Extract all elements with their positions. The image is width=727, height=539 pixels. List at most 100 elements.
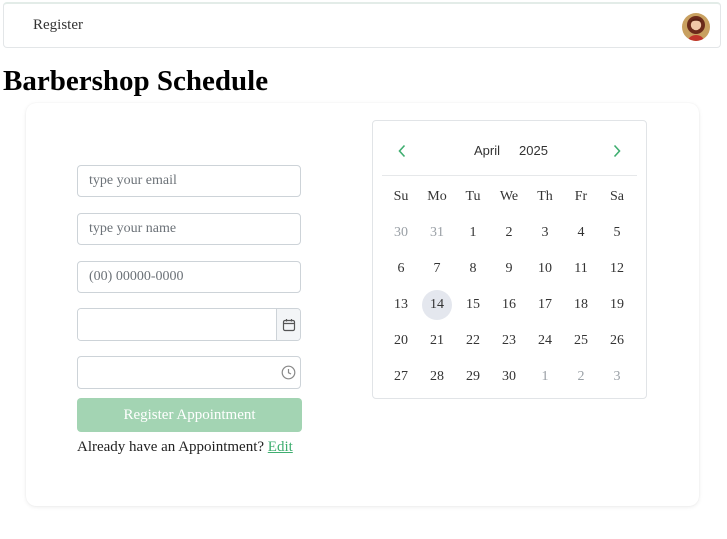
calendar-day-cell: 26 [599,326,635,356]
calendar-day[interactable]: 4 [563,218,599,248]
weekday-label: Th [537,189,553,204]
chevron-right-icon [613,144,621,158]
calendar-day-cell: 12 [599,254,635,284]
previous-month-button[interactable] [391,140,413,162]
calendar-year[interactable]: 2025 [519,143,548,158]
calendar-day[interactable]: 19 [599,290,635,320]
calendar-day-cell: 30 [491,362,527,392]
avatar-image [682,13,710,41]
next-month-button[interactable] [606,140,628,162]
calendar-day[interactable]: 26 [599,326,635,356]
calendar-day[interactable]: 30 [383,218,419,248]
calendar-day[interactable]: 17 [527,290,563,320]
calendar-day[interactable]: 5 [599,218,635,248]
calendar-day[interactable]: 3 [527,218,563,248]
top-navbar: Register [3,2,721,48]
calendar-day[interactable]: 8 [455,254,491,284]
calendar-widget: April 2025 Su Mo Tu We Th Fr Sa 30 31 1 2 3 4 5 6 7 8 9 1… [372,120,647,399]
email-field[interactable] [77,165,301,197]
calendar-day-cell: 3 [527,218,563,248]
calendar-day[interactable]: 31 [419,218,455,248]
calendar-day-cell: 14 [419,290,455,320]
calendar-day-selected[interactable]: 14 [422,290,452,320]
calendar-week-row: 27 28 29 30 1 2 3 [383,359,635,395]
weekday-label: Fr [574,189,588,204]
clock-icon-button[interactable] [276,365,300,380]
calendar-day[interactable]: 23 [491,326,527,356]
calendar-day-cell: 1 [527,362,563,392]
calendar-toggle-button[interactable] [276,309,300,340]
weekday-label: Su [393,189,409,204]
calendar-day[interactable]: 20 [383,326,419,356]
calendar-day-cell: 6 [383,254,419,284]
weekday-label: We [499,189,519,204]
calendar-month[interactable]: April [474,143,500,158]
calendar-day[interactable]: 2 [563,362,599,392]
calendar-day-cell: 23 [491,326,527,356]
calendar-day[interactable]: 9 [491,254,527,284]
calendar-day-cell: 2 [563,362,599,392]
calendar-day[interactable]: 21 [419,326,455,356]
calendar-day-cell: 10 [527,254,563,284]
calendar-day[interactable]: 24 [527,326,563,356]
calendar-day[interactable]: 30 [491,362,527,392]
calendar-day[interactable]: 15 [455,290,491,320]
weekday-label: Mo [427,189,447,204]
calendar-day-cell: 30 [383,218,419,248]
calendar-day[interactable]: 6 [383,254,419,284]
calendar-day[interactable]: 16 [491,290,527,320]
calendar-day-cell: 9 [491,254,527,284]
calendar-day-cell: 20 [383,326,419,356]
calendar-divider [382,175,637,176]
calendar-day-cell: 29 [455,362,491,392]
register-nav-link[interactable]: Register [33,17,83,34]
calendar-week-row: 6 7 8 9 10 11 12 [383,251,635,287]
calendar-day[interactable]: 7 [419,254,455,284]
calendar-day-cell: 16 [491,290,527,320]
clock-icon [281,365,295,380]
calendar-day-cell: 18 [563,290,599,320]
edit-link[interactable]: Edit [268,439,293,455]
calendar-week-row: 20 21 22 23 24 25 26 [383,323,635,359]
calendar-day[interactable]: 25 [563,326,599,356]
calendar-day[interactable]: 1 [527,362,563,392]
calendar-day-cell: 11 [563,254,599,284]
calendar-day-cell: 8 [455,254,491,284]
calendar-day[interactable]: 13 [383,290,419,320]
time-input[interactable] [78,364,276,381]
user-avatar[interactable] [682,13,710,41]
calendar-day-cell: 17 [527,290,563,320]
calendar-day[interactable]: 27 [383,362,419,392]
calendar-day[interactable]: 12 [599,254,635,284]
date-input[interactable] [78,309,276,340]
calendar-day[interactable]: 10 [527,254,563,284]
calendar-day[interactable]: 18 [563,290,599,320]
calendar-day-cell: 15 [455,290,491,320]
calendar-day-cell: 19 [599,290,635,320]
already-text: Already have an Appointment? [77,439,265,455]
calendar-day-cell: 1 [455,218,491,248]
phone-field[interactable] [77,261,301,293]
page-title: Barbershop Schedule [3,65,269,97]
chevron-left-icon [398,144,406,158]
calendar-day-cell: 7 [419,254,455,284]
calendar-day[interactable]: 11 [563,254,599,284]
calendar-day[interactable]: 3 [599,362,635,392]
calendar-day[interactable]: 2 [491,218,527,248]
calendar-day-cell: 2 [491,218,527,248]
calendar-day[interactable]: 28 [419,362,455,392]
calendar-day[interactable]: 1 [455,218,491,248]
weekday-label: Tu [465,189,481,204]
calendar-day-cell: 22 [455,326,491,356]
calendar-day[interactable]: 29 [455,362,491,392]
calendar-day-cell: 28 [419,362,455,392]
time-picker-field [77,356,301,389]
name-field[interactable] [77,213,301,245]
edit-appointment-prompt: Already have an Appointment? Edit [77,439,293,456]
calendar-day-cell: 25 [563,326,599,356]
weekday-row: Su Mo Tu We Th Fr Sa [383,179,635,215]
calendar-grid: Su Mo Tu We Th Fr Sa 30 31 1 2 3 4 5 6 7 8 9 10 11 12 13 14 15… [383,179,635,395]
calendar-day-cell: 24 [527,326,563,356]
register-appointment-button[interactable]: Register Appointment [77,398,302,432]
calendar-day[interactable]: 22 [455,326,491,356]
